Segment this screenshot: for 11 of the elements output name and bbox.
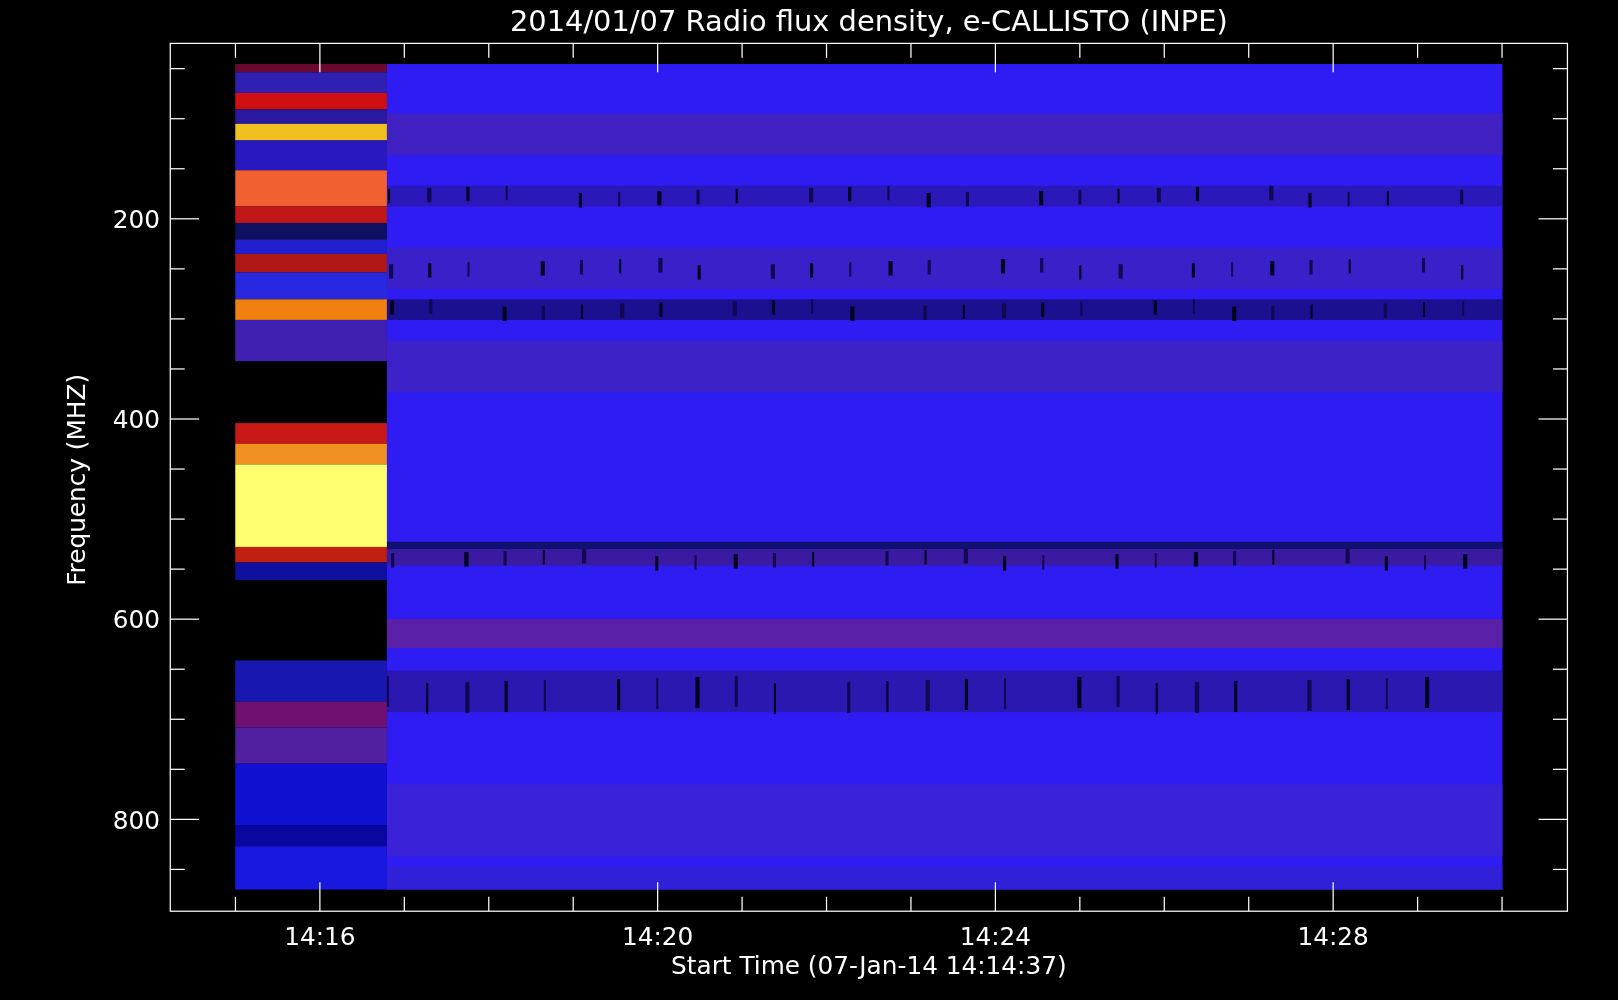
chart-title: 2014/01/07 Radio flux density, e-CALLISTO (INPE) <box>509 4 1228 38</box>
axis-tick-label: 400 <box>112 405 160 435</box>
axis-tick-label: 14:24 <box>959 922 1032 952</box>
x-axis-title: Start Time (07-Jan-14 14:14:37) <box>671 951 1067 981</box>
axis-tick-label: 14:20 <box>622 922 694 952</box>
axis-tick-label: 200 <box>112 205 160 235</box>
axis-tick-label: 800 <box>112 805 160 835</box>
axis-tick-label: 600 <box>112 605 160 635</box>
axis-tick-label: 14:28 <box>1297 922 1369 952</box>
axis-tick-label: 14:16 <box>284 922 356 952</box>
y-axis-title: Frequency (MHZ) <box>61 373 91 586</box>
